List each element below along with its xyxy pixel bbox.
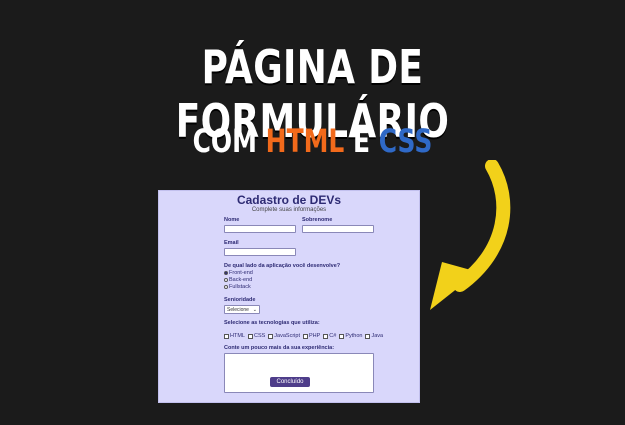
checkbox-icon <box>302 333 308 339</box>
tech-option-csharp[interactable]: C# <box>323 333 336 339</box>
seniority-label: Senioridade <box>224 297 256 303</box>
checkbox-icon <box>323 333 329 339</box>
sobrenome-input[interactable] <box>302 225 374 233</box>
tech-label: Java <box>371 333 384 339</box>
radio-front-end[interactable]: Front-end <box>224 270 253 276</box>
checkbox-icon <box>268 333 274 339</box>
experience-textarea[interactable] <box>224 353 374 393</box>
tech-option-javascript[interactable]: JavaScript <box>268 333 300 339</box>
checkbox-icon <box>339 333 345 339</box>
checkbox-icon <box>247 333 253 339</box>
submit-button[interactable]: Concluído <box>270 377 310 387</box>
stage: PÁGINA DE FORMULÁRIO COM HTML E CSS Cada… <box>0 0 625 425</box>
curved-arrow-icon <box>430 160 511 310</box>
subline-prefix: COM <box>192 122 257 160</box>
seniority-selected: Selecione <box>227 306 249 313</box>
radio-back-end[interactable]: Back-end <box>224 277 252 283</box>
tech-option-css[interactable]: CSS <box>247 333 266 339</box>
tech-option-html[interactable]: HTML <box>224 333 245 339</box>
chevron-down-icon: ⌄ <box>252 306 257 313</box>
tech-options: HTML CSS JavaScript PHP C# Python Java <box>224 333 383 339</box>
subline-html: HTML <box>265 122 345 160</box>
radio-icon <box>224 278 228 282</box>
tech-label: HTML <box>230 333 245 339</box>
experience-label: Conte um pouco mais da sua experiência: <box>224 345 335 351</box>
radio-back-end-label: Back-end <box>229 277 253 283</box>
form-title: Cadastro de DEVs <box>236 193 342 207</box>
tech-option-python[interactable]: Python <box>339 333 362 339</box>
tech-label: PHP <box>308 333 321 339</box>
seniority-select[interactable]: Selecione ⌄ <box>224 305 260 314</box>
side-question: De qual lado da aplicação você desenvolv… <box>224 263 341 269</box>
radio-front-end-label: Front-end <box>229 270 253 276</box>
sobrenome-label: Sobrenome <box>302 217 333 223</box>
email-label: Email <box>224 240 239 246</box>
radio-fullstack[interactable]: Fullstack <box>224 284 251 290</box>
tech-label: JavaScript <box>274 333 300 339</box>
radio-fullstack-label: Fullstack <box>229 284 251 290</box>
radio-icon <box>224 271 228 275</box>
email-input[interactable] <box>224 248 296 256</box>
tech-question: Selecione as tecnologias que utiliza: <box>224 320 320 326</box>
checkbox-icon <box>224 333 229 339</box>
tech-option-java[interactable]: Java <box>365 333 383 339</box>
nome-input[interactable] <box>224 225 296 233</box>
nome-label: Nome <box>224 217 240 223</box>
checkbox-icon <box>365 333 371 339</box>
radio-icon <box>224 285 228 289</box>
form-subtitle: Complete suas informações <box>251 207 327 213</box>
tech-label: CSS <box>253 333 266 339</box>
tech-label: Python <box>345 333 363 339</box>
subline: COM HTML E CSS <box>69 122 557 160</box>
subline-css: CSS <box>378 122 433 160</box>
tech-label: C# <box>329 333 337 339</box>
tech-option-php[interactable]: PHP <box>302 333 321 339</box>
subline-middle: E <box>353 122 371 160</box>
